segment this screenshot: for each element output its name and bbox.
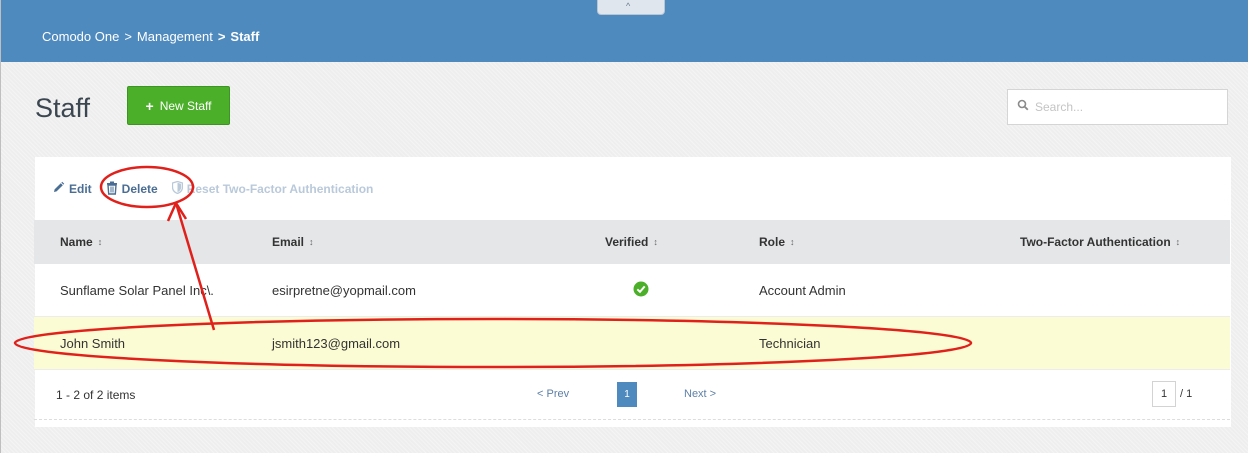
breadcrumb-separator: > xyxy=(124,29,132,44)
page-total: / 1 xyxy=(1180,388,1193,400)
search-input[interactable] xyxy=(1035,100,1215,114)
next-page-link[interactable]: Next > xyxy=(684,388,716,400)
pencil-icon xyxy=(52,181,65,197)
table-row-selected[interactable]: John Smith jsmith123@gmail.com Technicia… xyxy=(34,317,1230,370)
reset-two-factor-button[interactable]: Reset Two-Factor Authentication xyxy=(171,180,374,197)
column-header-name[interactable]: Name ↕ xyxy=(60,220,250,264)
breadcrumb-management[interactable]: Management xyxy=(137,29,213,44)
column-header-email[interactable]: Email ↕ xyxy=(272,220,314,264)
page-title: Staff xyxy=(35,93,91,123)
sort-icon: ↕ xyxy=(97,237,103,247)
pagination-bar: 1 - 2 of 2 items < Prev 1 Next > 1 / 1 xyxy=(34,370,1230,420)
edit-button[interactable]: Edit xyxy=(52,181,92,197)
reset-two-factor-label: Reset Two-Factor Authentication xyxy=(186,182,374,196)
action-toolbar: Edit Delete Reset Two-Factor Authenticat… xyxy=(52,179,387,199)
column-header-label: Name xyxy=(60,235,93,249)
chevron-up-icon: ^ xyxy=(626,1,631,11)
sort-icon: ↕ xyxy=(309,237,314,247)
table-row[interactable]: Sunflame Solar Panel Inc\. esirpretne@yo… xyxy=(34,264,1230,317)
check-circle-icon xyxy=(633,281,649,300)
staff-email: esirpretne@yopmail.com xyxy=(272,282,416,298)
search-field[interactable] xyxy=(1007,89,1228,125)
delete-button[interactable]: Delete xyxy=(106,181,158,198)
table-header-row: Name ↕ Email ↕ Verified ↕ Role ↕ Two-Factor … xyxy=(34,220,1230,264)
search-icon xyxy=(1017,98,1029,116)
staff-role: Account Admin xyxy=(759,282,846,298)
page-input[interactable]: 1 xyxy=(1152,381,1176,407)
column-header-label: Email xyxy=(272,235,305,249)
staff-role: Technician xyxy=(759,335,821,351)
delete-label: Delete xyxy=(121,182,158,196)
shield-icon xyxy=(171,180,183,197)
sort-icon: ↕ xyxy=(790,237,795,247)
item-count: 1 - 2 of 2 items xyxy=(56,388,136,402)
column-header-label: Two-Factor Authentication xyxy=(1020,235,1171,249)
new-staff-label: New Staff xyxy=(159,98,212,113)
column-header-label: Role xyxy=(759,235,786,249)
staff-table: Name ↕ Email ↕ Verified ↕ Role ↕ Two-Factor … xyxy=(34,220,1230,370)
trash-icon xyxy=(106,181,118,198)
sort-icon: ↕ xyxy=(653,237,658,247)
column-header-role[interactable]: Role ↕ xyxy=(759,220,795,264)
column-header-label: Verified xyxy=(605,235,649,249)
page-number-current[interactable]: 1 xyxy=(617,382,637,407)
breadcrumb: Comodo One > Management > Staff xyxy=(42,29,259,44)
sort-icon: ↕ xyxy=(1175,237,1181,247)
collapse-header-toggle[interactable]: ^ xyxy=(597,0,665,15)
verified-cell xyxy=(612,264,670,316)
plus-icon: + xyxy=(145,97,154,114)
breadcrumb-root[interactable]: Comodo One xyxy=(42,29,119,44)
edit-label: Edit xyxy=(69,182,92,196)
new-staff-button[interactable]: + New Staff xyxy=(127,86,230,125)
staff-name: John Smith xyxy=(60,335,126,351)
staff-name: Sunflame Solar Panel Inc\. xyxy=(60,282,214,298)
column-header-verified[interactable]: Verified ↕ xyxy=(605,220,685,264)
staff-email: jsmith123@gmail.com xyxy=(272,335,401,351)
breadcrumb-separator: > xyxy=(217,29,226,44)
prev-page-link[interactable]: < Prev xyxy=(537,388,569,400)
verified-cell xyxy=(612,317,670,369)
breadcrumb-current: Staff xyxy=(230,29,260,44)
column-header-two-factor[interactable]: Two-Factor Authentication ↕ xyxy=(1020,220,1180,264)
